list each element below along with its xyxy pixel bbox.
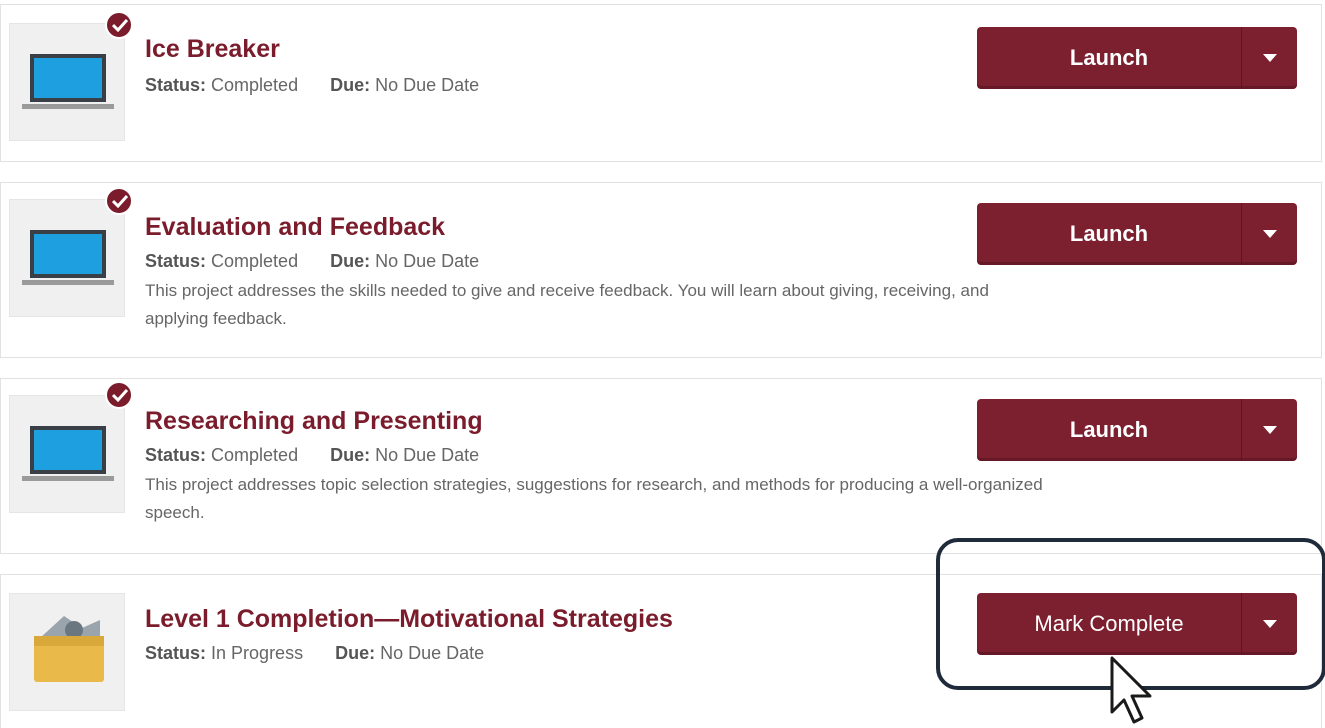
list-item-ice-breaker: Ice Breaker Status: Completed Due: No Du… [0,4,1322,162]
item-description: This project addresses topic selection s… [145,475,1043,522]
item-meta: Status: Completed Due: No Due Date [145,445,479,466]
laptop-icon [9,199,125,317]
dropdown-toggle[interactable] [1242,27,1297,89]
due-value: No Due Date [375,75,480,95]
due-label: Due: [330,445,371,465]
item-title[interactable]: Evaluation and Feedback [145,213,445,242]
completed-check-icon [105,11,133,39]
launch-button-group: Launch [977,27,1297,89]
completed-check-icon [105,187,133,215]
status-value: Completed [211,251,299,271]
status-label: Status: [145,75,207,95]
launch-button[interactable]: Launch [977,27,1241,89]
due-value: No Due Date [380,643,485,663]
list-item-evaluation-and-feedback: Evaluation and Feedback Status: Complete… [0,182,1322,358]
item-title[interactable]: Ice Breaker [145,35,280,64]
item-meta: Status: Completed Due: No Due Date [145,75,479,96]
caret-down-icon [1262,426,1277,434]
mouse-pointer-icon [1108,654,1158,728]
completed-check-icon [105,381,133,409]
launch-button[interactable]: Launch [977,203,1241,265]
due-label: Due: [330,251,371,271]
caret-down-icon [1262,230,1277,238]
dropdown-toggle[interactable] [1242,399,1297,461]
laptop-icon [9,395,125,513]
due-label: Due: [335,643,376,663]
launch-button-group: Launch [977,203,1297,265]
due-label: Due: [330,75,371,95]
learning-path-list: Ice Breaker Status: Completed Due: No Du… [0,0,1325,728]
folder-icon [9,593,125,711]
item-meta: Status: Completed Due: No Due Date [145,251,479,272]
due-value: No Due Date [375,251,480,271]
laptop-icon [9,23,125,141]
item-description: This project addresses the skills needed… [145,281,989,328]
due-value: No Due Date [375,445,480,465]
item-meta: Status: In Progress Due: No Due Date [145,643,484,664]
status-value: Completed [211,445,299,465]
status-label: Status: [145,643,207,663]
dropdown-toggle[interactable] [1242,203,1297,265]
launch-button-group: Launch [977,399,1297,461]
list-item-researching-and-presenting: Researching and Presenting Status: Compl… [0,378,1322,554]
item-title[interactable]: Level 1 Completion—Motivational Strategi… [145,605,673,634]
caret-down-icon [1262,54,1277,62]
status-label: Status: [145,251,207,271]
status-value: In Progress [211,643,304,663]
launch-button[interactable]: Launch [977,399,1241,461]
item-title[interactable]: Researching and Presenting [145,407,483,436]
status-value: Completed [211,75,299,95]
status-label: Status: [145,445,207,465]
